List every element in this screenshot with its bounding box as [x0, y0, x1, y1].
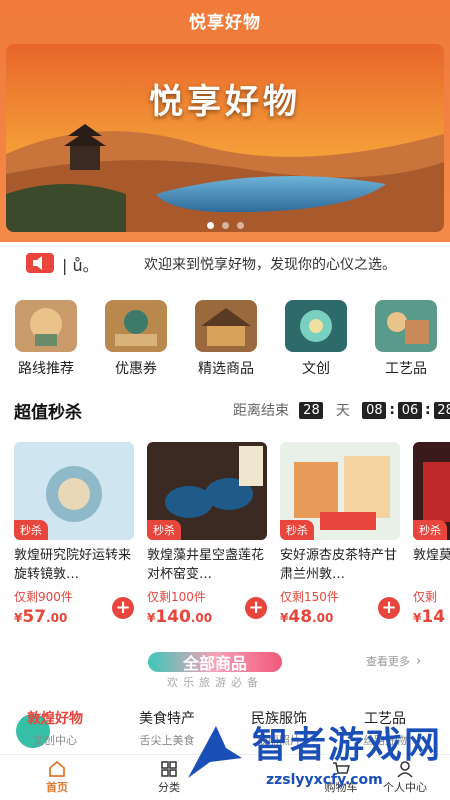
add-to-cart-button[interactable]: + — [378, 597, 400, 619]
tab-title: 敦煌好物 — [27, 711, 83, 727]
watermark-url: zzslyyxcfy.com — [266, 772, 383, 788]
category-label: 路线推荐 — [18, 361, 74, 377]
nav-label: 首页 — [46, 781, 68, 794]
flash-sale-title: 超值秒杀 — [14, 403, 82, 423]
category-row: 路线推荐 优惠券 精选商品 文创 工艺品 — [0, 300, 450, 382]
category-craft[interactable]: 工艺品 — [366, 300, 446, 378]
speaker-icon — [26, 253, 54, 273]
flash-badge: 秒杀 — [14, 520, 48, 540]
carousel-dot[interactable] — [236, 222, 244, 229]
product-card[interactable]: 秒杀 安好源杏皮茶特产甘肃兰州敦… 仅剩150件 ¥48.00 + — [280, 442, 400, 627]
notice-text: 欢迎来到悦享好物，发现你的心仪之选。 — [144, 257, 396, 273]
category-label: 精选商品 — [198, 361, 254, 377]
banner-image — [6, 44, 444, 232]
countdown: 距离结束 28 天 08:06:28 — [233, 400, 450, 420]
flash-badge: 秒杀 — [147, 520, 181, 540]
product-image: 秒杀 — [147, 442, 267, 540]
creative-icon — [285, 300, 347, 352]
watermark-text: 智者游戏网 — [252, 725, 443, 766]
product-card[interactable]: 秒杀 敦煌藻井星空盏莲花对杯窑变… 仅剩100件 ¥140.00 + — [147, 442, 267, 627]
product-card[interactable]: 秒杀 敦煌研究院好运转来旋转镜敦… 仅剩900件 ¥57.00 + — [14, 442, 134, 627]
category-coupon[interactable]: 优惠券 — [96, 300, 176, 378]
watermark-logo-icon — [188, 726, 242, 778]
all-goods-header: 全部商品 欢乐旅游必备 查看更多 › — [0, 648, 450, 692]
category-label: 优惠券 — [115, 361, 157, 377]
coupon-icon — [105, 300, 167, 352]
countdown-hours: 08 — [362, 401, 387, 419]
product-name: 安好源杏皮茶特产甘肃兰州敦… — [280, 548, 398, 582]
all-goods-title: 全部商品 — [182, 654, 247, 673]
product-stock: 仅剩 — [413, 590, 438, 604]
notice-bar[interactable]: | ů。 欢迎来到悦享好物，发现你的心仪之选。 — [0, 246, 450, 280]
notice-head: | ů。 — [62, 256, 99, 275]
craft-icon — [375, 300, 437, 352]
category-route[interactable]: 路线推荐 — [6, 300, 86, 378]
chevron-right-icon: › — [416, 654, 422, 669]
carousel-dot[interactable] — [221, 222, 229, 229]
category-label: 工艺品 — [385, 361, 427, 377]
product-card[interactable]: 秒杀 敦煌莫金属书 仅剩 ¥14 — [413, 442, 450, 627]
carousel-dot[interactable] — [206, 222, 214, 229]
product-name: 敦煌莫金属书 — [413, 548, 450, 563]
route-icon — [15, 300, 77, 352]
home-icon — [12, 759, 102, 779]
carousel-dots — [6, 214, 444, 232]
countdown-minutes: 06 — [397, 401, 422, 419]
banner-title: 悦享好物 — [149, 82, 301, 122]
product-price: ¥14 — [413, 607, 446, 627]
product-image: 秒杀 — [413, 442, 450, 540]
tab-subtitle: 文创中心 — [33, 734, 77, 747]
selected-goods-icon — [195, 300, 257, 352]
banner-carousel[interactable]: 悦享好物 — [6, 44, 444, 232]
add-to-cart-button[interactable]: + — [112, 597, 134, 619]
tab-dunhuang[interactable]: 敦煌好物 文创中心 — [0, 708, 110, 748]
product-image: 秒杀 — [14, 442, 134, 540]
watermark: 智者游戏网 zzslyyxcfy.com — [180, 716, 448, 800]
all-goods-subtitle: 欢乐旅游必备 — [167, 676, 263, 689]
nav-home[interactable]: 首页 — [12, 759, 102, 795]
product-name: 敦煌研究院好运转来旋转镜敦… — [14, 548, 132, 582]
category-selected[interactable]: 精选商品 — [186, 300, 266, 378]
flash-sale-list[interactable]: 秒杀 敦煌研究院好运转来旋转镜敦… 仅剩900件 ¥57.00 + 秒杀 敦煌藻… — [0, 442, 450, 632]
app-title: 悦享好物 — [189, 13, 261, 33]
countdown-seconds: 28 — [433, 401, 450, 419]
product-image: 秒杀 — [280, 442, 400, 540]
category-creative[interactable]: 文创 — [276, 300, 356, 378]
product-name: 敦煌藻井星空盏莲花对杯窑变… — [147, 548, 265, 582]
category-label: 文创 — [302, 361, 330, 377]
see-more-link[interactable]: 查看更多 › — [366, 653, 421, 669]
add-to-cart-button[interactable]: + — [245, 597, 267, 619]
flash-badge: 秒杀 — [413, 520, 447, 540]
day-unit: 天 — [335, 403, 350, 419]
countdown-label: 距离结束 — [233, 403, 289, 419]
countdown-days: 28 — [299, 401, 324, 419]
flash-badge: 秒杀 — [280, 520, 314, 540]
